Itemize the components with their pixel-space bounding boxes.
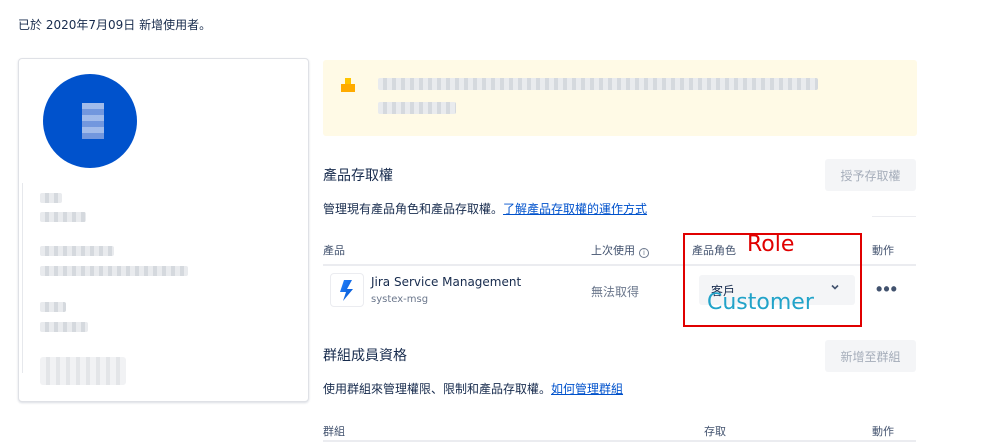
avatar-initial-blurred	[82, 103, 104, 139]
table-header-divider	[323, 440, 916, 442]
column-header-actions: 動作	[872, 244, 894, 257]
profile-field-label-blurred	[40, 193, 62, 203]
last-used-value: 無法取得	[591, 285, 640, 299]
add-to-group-button[interactable]: 新增至群組	[825, 340, 916, 372]
more-icon: •••	[876, 279, 898, 299]
grant-access-button[interactable]: 授予存取權	[825, 159, 916, 191]
column-header-product: 產品	[323, 244, 345, 257]
product-access-description: 管理現有產品角色和產品存取權。了解產品存取權的運作方式	[323, 202, 648, 216]
column-header-actions: 動作	[872, 425, 894, 438]
info-icon[interactable]: i	[639, 248, 649, 258]
column-header-last-used: 上次使用 i	[591, 242, 649, 258]
profile-divider	[22, 183, 23, 373]
profile-field-label-blurred	[40, 302, 66, 312]
annotation-customer-label: Customer	[707, 290, 814, 315]
banner-text-blurred	[378, 102, 456, 114]
divider	[872, 216, 916, 217]
group-membership-description: 使用群組來管理權限、限制和產品存取權。如何管理群組	[323, 382, 624, 396]
profile-field-label-blurred	[40, 246, 114, 256]
product-access-title: 產品存取權	[323, 168, 393, 184]
annotation-role-label: Role	[747, 232, 795, 257]
learn-product-access-link[interactable]: 了解產品存取權的運作方式	[503, 202, 647, 216]
profile-field-value-blurred	[40, 322, 88, 332]
product-name: Jira Service Management	[371, 275, 522, 289]
how-manage-groups-link[interactable]: 如何管理群組	[551, 382, 623, 396]
profile-field-value-blurred	[40, 212, 86, 222]
more-actions-button[interactable]: •••	[871, 277, 903, 301]
user-added-note: 已於 2020年7月09日 新增使用者。	[18, 18, 212, 32]
profile-field-value-blurred	[40, 266, 188, 276]
column-header-group: 群組	[323, 425, 345, 438]
banner-text-blurred	[378, 78, 818, 90]
column-header-access: 存取	[704, 425, 726, 438]
product-site: systex-msg	[371, 294, 429, 305]
warning-icon	[341, 78, 355, 92]
group-membership-title: 群組成員資格	[323, 348, 407, 364]
profile-action-button-blurred[interactable]	[40, 357, 126, 385]
jira-service-management-icon	[330, 273, 364, 307]
warning-banner	[323, 60, 917, 136]
